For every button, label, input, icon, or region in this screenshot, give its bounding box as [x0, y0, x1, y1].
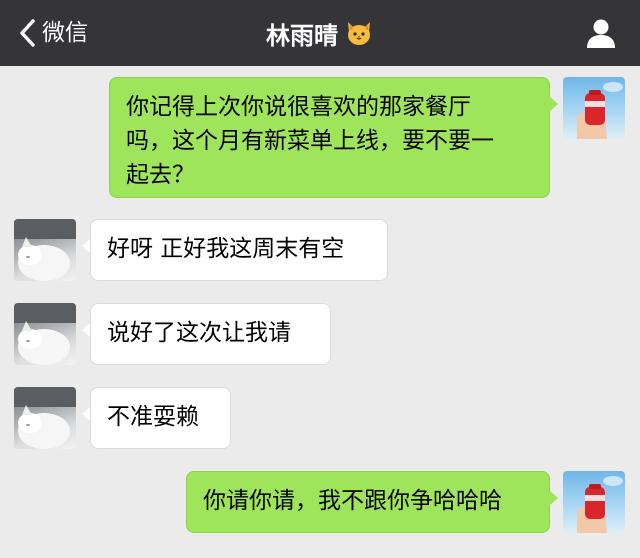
contact-avatar[interactable]	[14, 219, 76, 281]
chat-title: 林雨晴	[0, 12, 640, 54]
message-bubble[interactable]: 好呀 正好我这周末有空	[90, 219, 388, 281]
message-bubble[interactable]: 你记得上次你说很喜欢的那家餐厅 吗，这个月有新菜单上线，要不要一 起去？	[109, 77, 550, 198]
contact-avatar[interactable]	[14, 387, 76, 449]
cat-face-icon	[348, 22, 370, 45]
chat-header: 微信 林雨晴	[0, 0, 640, 66]
message-bubble[interactable]: 不准耍赖	[90, 387, 231, 449]
me-avatar[interactable]	[563, 77, 625, 139]
me-avatar[interactable]	[563, 471, 625, 533]
message-bubble[interactable]: 你请你请，我不跟你争哈哈哈	[186, 471, 550, 533]
contact-name: 林雨晴	[266, 21, 338, 50]
person-icon[interactable]	[584, 16, 618, 50]
contact-avatar[interactable]	[14, 303, 76, 365]
message-bubble[interactable]: 说好了这次让我请	[90, 303, 331, 365]
